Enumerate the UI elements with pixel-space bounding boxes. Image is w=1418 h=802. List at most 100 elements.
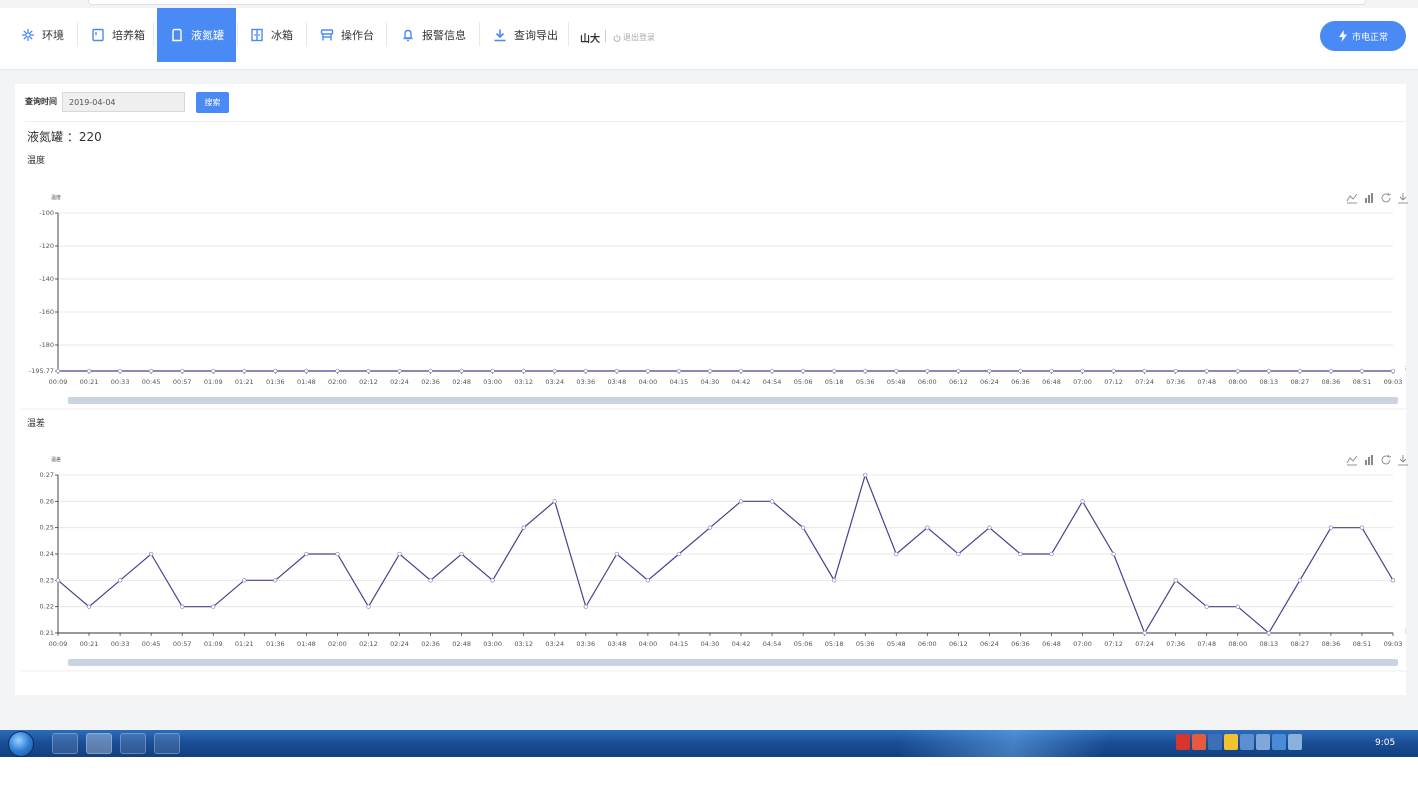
x-tick-label: 00:57 xyxy=(173,378,192,386)
nav-item-bench[interactable]: 操作台 xyxy=(319,8,374,62)
nav-item-label: 报警信息 xyxy=(422,29,466,42)
data-point xyxy=(180,368,185,374)
power-status-button[interactable]: 市电正常 xyxy=(1320,21,1406,51)
data-point xyxy=(800,525,806,530)
device-title: 液氮罐 ：220 xyxy=(27,130,102,144)
tray-icon[interactable] xyxy=(1192,734,1206,750)
data-point xyxy=(55,578,61,583)
data-point xyxy=(1328,525,1334,530)
nav-item-fridge[interactable]: 冰箱 xyxy=(249,8,293,62)
start-button[interactable] xyxy=(8,731,34,757)
nav-item-ln2[interactable]: 液氮罐 xyxy=(157,8,236,62)
data-point xyxy=(1080,368,1085,374)
data-point xyxy=(242,578,247,583)
data-point xyxy=(304,368,309,374)
y-axis-label: 温差 xyxy=(51,456,61,463)
data-point xyxy=(397,368,402,374)
data-point xyxy=(521,525,526,530)
x-tick-label: 05:18 xyxy=(825,640,844,648)
top-navbar: 环境 培养箱 液氮罐 冰箱 操作台 报警信息 查询导出 山大 退出登录 市电正常 xyxy=(0,8,1418,70)
tray-icon[interactable] xyxy=(1240,734,1254,750)
nav-divider xyxy=(77,22,78,46)
data-point xyxy=(738,499,744,504)
y-tick-label: -180 xyxy=(39,341,54,349)
data-point xyxy=(1235,604,1240,609)
x-tick-label: 07:00 xyxy=(1073,640,1092,648)
tray-icon[interactable] xyxy=(1288,734,1302,750)
data-point xyxy=(552,499,557,504)
x-tick-label: 08:00 xyxy=(1228,640,1247,648)
nav-item-export[interactable]: 查询导出 xyxy=(492,8,558,62)
nav-divider xyxy=(153,22,154,46)
data-point xyxy=(1390,368,1396,374)
x-tick-label: 01:48 xyxy=(297,378,316,386)
date-input[interactable] xyxy=(62,92,185,112)
search-button[interactable]: 搜索 xyxy=(196,92,229,113)
y-tick-label: 0.21 xyxy=(40,629,54,637)
chrome-taskbar-button[interactable] xyxy=(86,733,112,754)
tray-icon[interactable] xyxy=(1208,734,1222,750)
x-tick-label: 04:15 xyxy=(670,640,689,648)
explorer-taskbar-button[interactable] xyxy=(52,733,78,754)
data-point xyxy=(1173,368,1178,374)
data-point xyxy=(925,368,930,374)
x-tick-label: 00:21 xyxy=(80,640,99,648)
data-point xyxy=(769,368,775,374)
nav-divider xyxy=(237,22,238,46)
x-tick-label: 03:36 xyxy=(576,640,595,648)
data-point xyxy=(211,368,216,374)
data-point xyxy=(1359,525,1365,530)
x-tick-label: 01:36 xyxy=(266,640,285,648)
browser-top-strip xyxy=(0,0,1418,8)
x-tick-label: 03:48 xyxy=(607,640,626,648)
data-point xyxy=(428,368,433,374)
x-tick-label: 02:12 xyxy=(359,640,378,648)
x-tick-label: 05:48 xyxy=(887,640,906,648)
x-tick-label: 06:12 xyxy=(949,640,968,648)
x-tick-label: 04:42 xyxy=(732,378,751,386)
data-point xyxy=(1049,551,1054,557)
data-point xyxy=(273,368,278,374)
data-point xyxy=(1266,368,1271,374)
data-point xyxy=(148,551,154,557)
x-axis-end-marker: ⋮ xyxy=(1403,366,1408,372)
data-point xyxy=(117,578,123,583)
data-point xyxy=(242,368,247,374)
logout-link[interactable]: 退出登录 xyxy=(613,32,655,43)
lightning-icon xyxy=(1338,30,1348,42)
y-tick-label: 0.27 xyxy=(40,471,54,479)
x-tick-label: 05:18 xyxy=(825,378,844,386)
data-point xyxy=(1173,578,1178,583)
data-point xyxy=(1049,368,1054,374)
user-name: 山大 xyxy=(580,34,600,45)
tray-icon[interactable] xyxy=(1224,734,1238,750)
x-tick-label: 04:30 xyxy=(701,640,720,648)
data-point xyxy=(645,368,651,374)
data-point xyxy=(1080,499,1085,504)
x-tick-label: 01:09 xyxy=(204,640,223,648)
nav-divider xyxy=(568,22,569,46)
data-point xyxy=(490,368,495,374)
section-title-diff: 温差 xyxy=(27,419,46,429)
data-point xyxy=(335,551,340,557)
tray-icon[interactable] xyxy=(1256,734,1270,750)
query-label: 查询时间 xyxy=(25,97,57,106)
nav-item-env[interactable]: 环境 xyxy=(20,8,64,62)
tray-icon[interactable] xyxy=(1176,734,1190,750)
nav-item-label: 冰箱 xyxy=(271,29,293,42)
x-tick-label: 03:12 xyxy=(514,378,533,386)
data-point xyxy=(1111,368,1116,374)
ie-taskbar-button[interactable] xyxy=(120,733,146,754)
x-tick-label: 00:57 xyxy=(173,640,192,648)
data-point xyxy=(645,578,651,583)
data-point xyxy=(707,368,713,374)
nav-item-incubator[interactable]: 培养箱 xyxy=(90,8,145,62)
nav-item-alarm[interactable]: 报警信息 xyxy=(400,8,466,62)
data-point xyxy=(614,551,619,557)
x-tick-label: 02:00 xyxy=(328,378,347,386)
x-tick-label: 00:45 xyxy=(142,640,161,648)
data-point xyxy=(1142,368,1147,374)
tray-icon[interactable] xyxy=(1272,734,1286,750)
app-taskbar-button[interactable] xyxy=(154,733,180,754)
windows-taskbar: 9:05 xyxy=(0,730,1418,757)
